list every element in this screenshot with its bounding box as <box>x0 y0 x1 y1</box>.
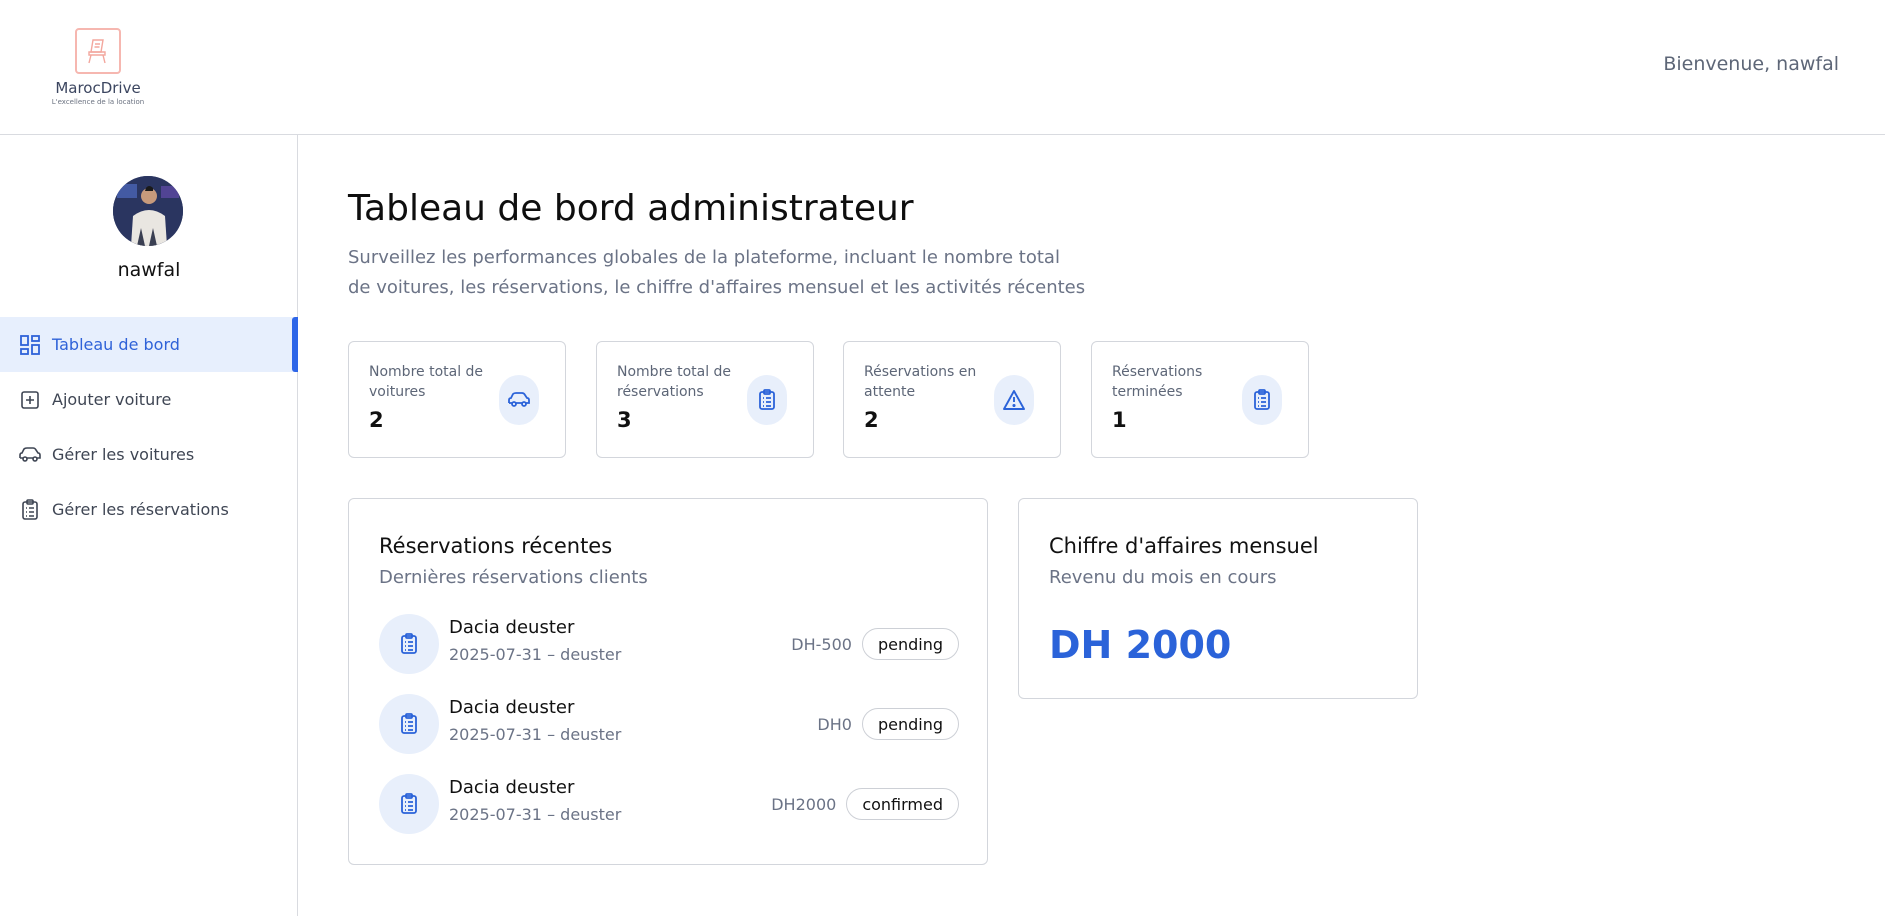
panel-subtitle: Revenu du mois en cours <box>1049 567 1277 588</box>
dashboard-icon <box>18 333 42 357</box>
panel-title: Chiffre d'affaires mensuel <box>1049 534 1319 558</box>
clipboard-icon <box>379 694 439 754</box>
sidebar-item-label: Tableau de bord <box>52 335 180 354</box>
stat-label: Nombre total de réservations <box>617 364 732 400</box>
reservation-summary: DH2000 confirmed <box>771 788 959 820</box>
plus-square-icon <box>18 388 42 412</box>
sidebar-item-add-car[interactable]: Ajouter voiture <box>0 372 298 427</box>
stat-card-pending-reservations: Réservations en attente 2 <box>843 341 1061 458</box>
list-item[interactable]: Dacia deuster 2025-07-31 – deuster DH200… <box>379 774 959 834</box>
sidebar-item-manage-reservations[interactable]: Gérer les réservations <box>0 482 298 537</box>
stat-label: Réservations en attente <box>864 364 977 400</box>
reservation-price: DH0 <box>817 714 852 734</box>
reservation-price: DH2000 <box>771 794 837 814</box>
clipboard-icon <box>18 498 42 522</box>
status-badge: confirmed <box>846 788 959 820</box>
sidebar-item-manage-cars[interactable]: Gérer les voitures <box>0 427 298 482</box>
list-item[interactable]: Dacia deuster 2025-07-31 – deuster DH-50… <box>379 614 959 674</box>
stat-label: Nombre total de voitures <box>369 364 484 400</box>
avatar[interactable] <box>113 176 183 246</box>
top-header: MarocDrive L'excellence de la location B… <box>0 0 1885 135</box>
reservation-title: Dacia deuster <box>449 697 575 718</box>
sidebar-item-label: Ajouter voiture <box>52 390 172 409</box>
clipboard-icon <box>1242 375 1282 425</box>
sidebar-item-dashboard[interactable]: Tableau de bord <box>0 317 298 372</box>
stat-card-total-cars: Nombre total de voitures 2 <box>348 341 566 458</box>
stat-value: 2 <box>369 408 384 432</box>
sidebar: nawfal Tableau de bord Ajouter voiture G… <box>0 135 298 916</box>
page-subtitle: Surveillez les performances globales de … <box>348 247 1086 298</box>
car-icon <box>499 375 539 425</box>
sidebar-item-label: Gérer les voitures <box>52 445 195 464</box>
stat-card-total-reservations: Nombre total de réservations 3 <box>596 341 814 458</box>
reservation-meta: 2025-07-31 – deuster <box>449 805 622 824</box>
monthly-revenue-panel: Chiffre d'affaires mensuel Revenu du moi… <box>1018 498 1418 699</box>
reservation-meta: 2025-07-31 – deuster <box>449 725 622 744</box>
brand-name: MarocDrive <box>55 79 141 97</box>
revenue-value: DH 2000 <box>1049 623 1232 667</box>
sidebar-item-label: Gérer les réservations <box>52 500 229 519</box>
sidebar-nav: Tableau de bord Ajouter voiture Gérer le… <box>0 317 298 537</box>
status-badge: pending <box>861 628 959 660</box>
page-title: Tableau de bord administrateur <box>348 188 914 229</box>
reservation-title: Dacia deuster <box>449 777 575 798</box>
recent-reservations-panel: Réservations récentes Dernières réservat… <box>348 498 988 865</box>
status-badge: pending <box>861 708 959 740</box>
reservation-title: Dacia deuster <box>449 617 575 638</box>
welcome-text: Bienvenue, nawfal <box>1663 53 1839 75</box>
stat-value: 2 <box>864 408 879 432</box>
warning-icon <box>994 375 1034 425</box>
stat-value: 1 <box>1112 408 1127 432</box>
clipboard-icon <box>747 375 787 425</box>
user-name: nawfal <box>117 259 181 281</box>
panel-subtitle: Dernières réservations clients <box>379 567 648 588</box>
brand-tagline: L'excellence de la location <box>51 98 145 106</box>
stat-card-completed-reservations: Réservations terminées 1 <box>1091 341 1309 458</box>
panel-title: Réservations récentes <box>379 534 613 558</box>
clipboard-icon <box>379 774 439 834</box>
stat-label: Réservations terminées <box>1112 364 1203 400</box>
reservation-summary: DH-500 pending <box>791 628 959 660</box>
clipboard-icon <box>379 614 439 674</box>
reservation-price: DH-500 <box>791 634 852 654</box>
brand-logo[interactable]: MarocDrive L'excellence de la location <box>52 28 144 106</box>
reservation-summary: DH0 pending <box>817 708 959 740</box>
chair-logo-icon <box>75 28 121 74</box>
stat-value: 3 <box>617 408 632 432</box>
car-icon <box>18 443 42 467</box>
reservation-meta: 2025-07-31 – deuster <box>449 645 622 664</box>
list-item[interactable]: Dacia deuster 2025-07-31 – deuster DH0 p… <box>379 694 959 754</box>
